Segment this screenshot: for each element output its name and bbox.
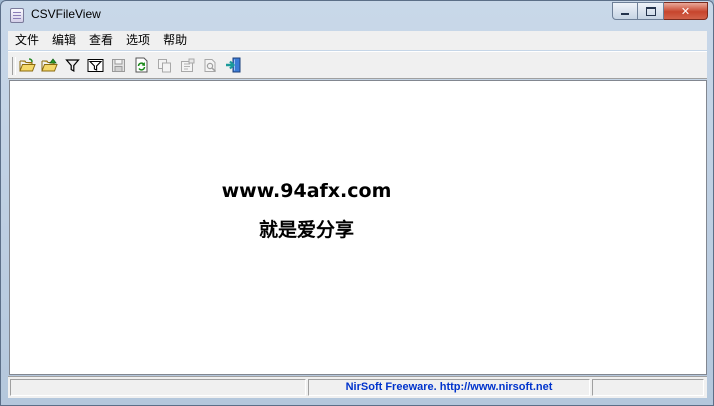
properties-button[interactable] [178,56,196,74]
minimize-icon [621,13,629,15]
find-button[interactable] [201,56,219,74]
refresh-button[interactable] [132,56,150,74]
menu-file[interactable]: 文件 [8,31,45,50]
toolbar [8,51,707,79]
status-panel-nirsoft: NirSoft Freeware. http://www.nirsoft.net [308,379,590,396]
open-folder-icon [18,57,36,71]
copy-button[interactable] [155,56,173,74]
refresh-icon [135,57,147,73]
menu-edit[interactable]: 编辑 [45,31,82,50]
csv-app-icon[interactable] [10,8,24,23]
properties-icon [180,58,194,72]
maximize-button[interactable] [638,2,664,20]
advanced-filter-icon [87,58,103,72]
app-window: CSVFileView ✕ 文件 编辑 查看 选项 帮助 www.94afx.c… [0,0,714,406]
find-icon [204,58,216,72]
status-panel-count [10,379,306,396]
filter-button[interactable] [63,56,81,74]
maximize-icon [645,6,656,16]
nirsoft-link[interactable]: NirSoft Freeware. http://www.nirsoft.net [309,380,589,395]
minimize-button[interactable] [612,2,638,20]
copy-icon [157,58,171,72]
title-bar[interactable]: CSVFileView ✕ [1,1,713,31]
close-button[interactable]: ✕ [664,2,708,20]
advanced-filter-button[interactable] [86,56,104,74]
menu-bar: 文件 编辑 查看 选项 帮助 [8,31,707,50]
status-panel-extra [592,379,704,396]
watermark-url: www.94afx.com [221,180,392,202]
filter-icon [64,58,80,72]
save-button[interactable] [109,56,127,74]
menu-help[interactable]: 帮助 [156,31,193,50]
menu-view[interactable]: 查看 [82,31,119,50]
exit-icon [225,57,240,73]
open-folder-button[interactable] [40,56,58,74]
status-bar: NirSoft Freeware. http://www.nirsoft.net [8,376,707,398]
close-icon: ✕ [680,4,691,18]
save-icon [111,58,125,72]
toolbar-grip[interactable] [12,57,16,75]
exit-button[interactable] [224,56,242,74]
window-title: CSVFileView [31,7,101,21]
csv-grid-area[interactable]: www.94afx.com 就是爱分享 [9,80,707,375]
open-file-button[interactable] [18,56,36,74]
menu-options[interactable]: 选项 [119,31,156,50]
open-folder-alt-icon [40,57,58,71]
window-controls: ✕ [612,2,708,21]
watermark-slogan: 就是爱分享 [258,219,354,241]
